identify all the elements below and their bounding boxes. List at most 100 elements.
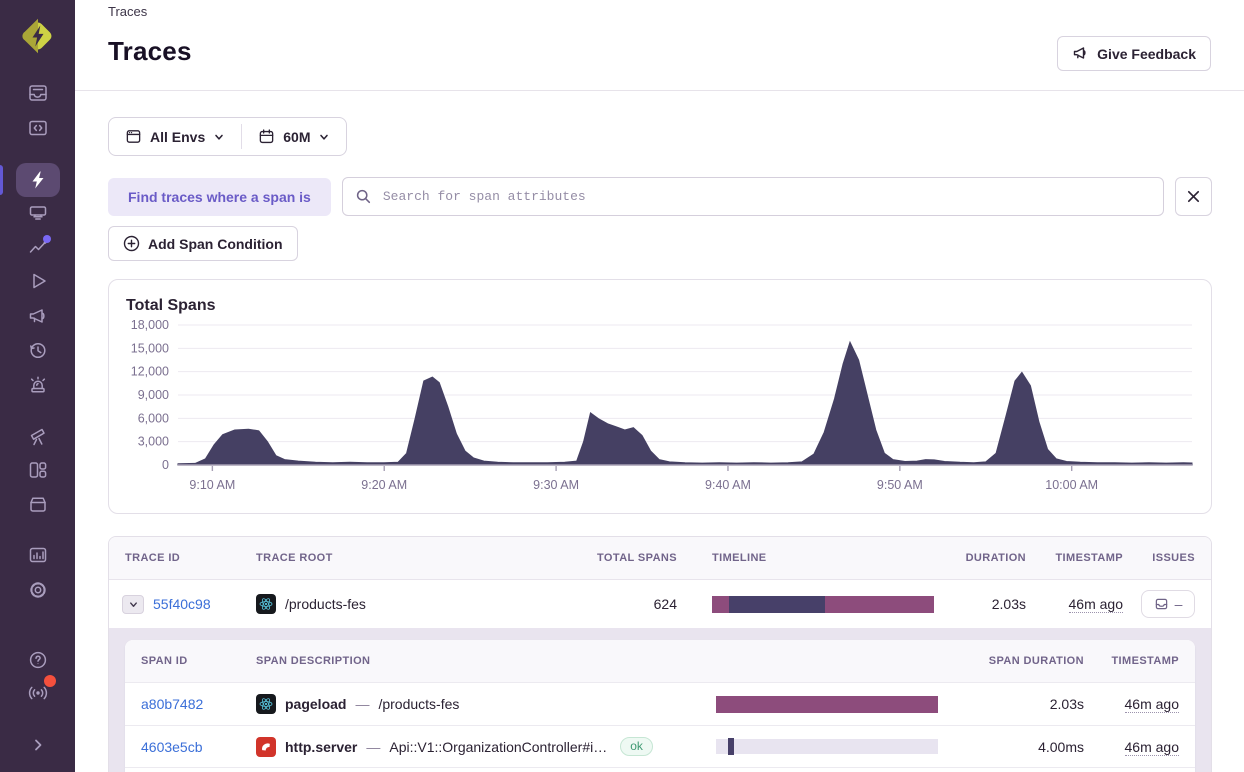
span-row[interactable]: a80b7482 pageload — /products-fes 2.03s … bbox=[125, 683, 1195, 725]
environment-filter[interactable]: All Envs bbox=[109, 118, 241, 155]
svg-text:10:00 AM: 10:00 AM bbox=[1045, 478, 1098, 492]
sidebar-collapse-toggle[interactable] bbox=[0, 728, 75, 762]
calendar-icon bbox=[259, 129, 274, 144]
svg-text:9:50 AM: 9:50 AM bbox=[877, 478, 923, 492]
trace-row[interactable]: 55f40c98 /products-fes 624 2.03s 46m ago… bbox=[109, 580, 1211, 628]
total-spans-panel: Total Spans 0 3,000 6,000 9,000 12,000 15,000… bbox=[108, 279, 1212, 514]
svg-text:18,000: 18,000 bbox=[131, 318, 169, 332]
col-timeline: Timeline bbox=[712, 552, 767, 564]
span-timestamp[interactable]: 46m ago bbox=[1124, 696, 1179, 713]
sidebar-item-whats-new[interactable] bbox=[0, 675, 75, 709]
span-op: pageload bbox=[285, 696, 347, 712]
span-duration: 2.03s bbox=[1049, 696, 1084, 712]
trace-id-link[interactable]: 55f40c98 bbox=[153, 596, 211, 612]
stats-icon bbox=[29, 547, 46, 563]
give-feedback-label: Give Feedback bbox=[1097, 45, 1196, 62]
issues-tray-icon bbox=[1155, 598, 1167, 610]
col-timestamp: Timestamp bbox=[1055, 552, 1123, 564]
ruby-platform-icon bbox=[256, 736, 276, 757]
span-timeline-bar bbox=[716, 738, 938, 755]
trace-duration: 2.03s bbox=[991, 596, 1026, 612]
gear-icon bbox=[29, 582, 46, 598]
sidebar-item-replays[interactable] bbox=[0, 264, 75, 298]
sentry-logo-icon bbox=[21, 18, 51, 54]
col-span-timestamp: Timestamp bbox=[1111, 655, 1179, 667]
sidebar-item-settings[interactable] bbox=[0, 573, 75, 607]
span-id-link[interactable]: 4603e5cb bbox=[141, 739, 203, 755]
span-status-badge: ok bbox=[620, 737, 653, 756]
span-timeline-bar bbox=[716, 695, 938, 713]
explore-icon bbox=[28, 120, 47, 136]
add-span-condition-button[interactable]: Add Span Condition bbox=[108, 226, 298, 261]
trace-total-spans: 624 bbox=[653, 596, 677, 612]
trace-issues-button[interactable]: – bbox=[1141, 590, 1195, 618]
sidebar-item-explore[interactable] bbox=[0, 111, 75, 145]
sidebar-item-help[interactable] bbox=[0, 643, 75, 677]
span-duration: 4.00ms bbox=[1038, 738, 1084, 755]
window-icon bbox=[126, 130, 141, 143]
svg-text:9:40 AM: 9:40 AM bbox=[705, 478, 751, 492]
chart-title: Total Spans bbox=[126, 297, 216, 314]
insights-icon bbox=[29, 206, 46, 220]
separator-dash: — bbox=[355, 696, 370, 712]
sidebar-item-dashboards[interactable] bbox=[0, 453, 75, 487]
span-description: Api::V1::OrganizationController#i… bbox=[389, 738, 608, 755]
page-header: Traces Traces Give Feedback bbox=[75, 0, 1244, 91]
col-duration: Duration bbox=[965, 552, 1026, 564]
separator-dash: — bbox=[366, 738, 381, 755]
sidebar-item-issues[interactable] bbox=[0, 76, 75, 110]
svg-text:9:30 AM: 9:30 AM bbox=[533, 478, 579, 492]
trace-root-name: /products-fes bbox=[285, 596, 366, 612]
close-icon bbox=[1187, 190, 1200, 203]
traces-table-header: Trace ID Trace Root Total Spans Timeline… bbox=[109, 537, 1211, 580]
col-total-spans: Total Spans bbox=[597, 552, 677, 564]
sidebar-item-feedback[interactable] bbox=[0, 299, 75, 333]
archive-box-icon bbox=[29, 497, 46, 512]
svg-text:9,000: 9,000 bbox=[138, 388, 169, 402]
date-range-filter[interactable]: 60M bbox=[242, 118, 346, 155]
sidebar-item-releases[interactable] bbox=[0, 487, 75, 521]
add-span-condition-label: Add Span Condition bbox=[148, 235, 283, 252]
search-box bbox=[341, 177, 1164, 216]
sentry-logo[interactable] bbox=[0, 16, 75, 56]
sidebar bbox=[0, 0, 75, 772]
breadcrumb[interactable]: Traces bbox=[108, 4, 147, 19]
page-content: All Envs 60M Find traces where a span is bbox=[75, 91, 1244, 772]
spans-table: Span ID Span Description Span Duration T… bbox=[125, 640, 1195, 772]
sidebar-item-stats[interactable] bbox=[0, 538, 75, 572]
active-pill bbox=[15, 163, 60, 197]
clear-search-button[interactable] bbox=[1175, 177, 1212, 216]
span-row-partial bbox=[125, 767, 1195, 772]
react-platform-icon bbox=[256, 594, 276, 614]
expanded-trace-zone: Span ID Span Description Span Duration T… bbox=[109, 628, 1211, 772]
span-timestamp[interactable]: 46m ago bbox=[1124, 738, 1179, 756]
span-id-link[interactable]: a80b7482 bbox=[141, 696, 203, 712]
chevron-down-icon bbox=[215, 134, 224, 140]
span-op: http.server bbox=[285, 738, 358, 755]
sidebar-item-insights[interactable] bbox=[0, 196, 75, 230]
sidebar-item-alerts[interactable] bbox=[0, 368, 75, 402]
col-span-duration: Span Duration bbox=[988, 655, 1084, 667]
span-attributes-search-input[interactable] bbox=[341, 177, 1164, 216]
svg-text:9:10 AM: 9:10 AM bbox=[189, 478, 235, 492]
sidebar-item-history[interactable] bbox=[0, 333, 75, 367]
svg-text:15,000: 15,000 bbox=[131, 341, 169, 355]
trace-timestamp[interactable]: 46m ago bbox=[1068, 596, 1123, 613]
search-icon bbox=[355, 188, 372, 205]
siren-icon bbox=[30, 376, 45, 393]
collapse-trace-button[interactable] bbox=[122, 594, 144, 614]
sidebar-item-metrics[interactable] bbox=[0, 230, 75, 264]
col-span-id: Span ID bbox=[141, 655, 188, 667]
chevron-right-icon bbox=[34, 739, 41, 751]
page-title: Traces bbox=[108, 36, 192, 66]
find-traces-chip: Find traces where a span is bbox=[108, 177, 331, 216]
new-feature-dot bbox=[43, 235, 51, 243]
svg-text:9:20 AM: 9:20 AM bbox=[361, 478, 407, 492]
span-row[interactable]: 4603e5cb http.server — Api::V1::Organiza… bbox=[125, 725, 1195, 767]
main-area: Traces Traces Give Feedback All Envs 60M… bbox=[75, 0, 1244, 772]
play-icon bbox=[32, 273, 46, 289]
total-spans-area-chart: 0 3,000 6,000 9,000 12,000 15,000 18,000 9:10 A… bbox=[131, 318, 1193, 492]
give-feedback-button[interactable]: Give Feedback bbox=[1057, 36, 1211, 71]
sidebar-item-traces[interactable] bbox=[0, 161, 75, 199]
sidebar-item-discover[interactable] bbox=[0, 419, 75, 453]
